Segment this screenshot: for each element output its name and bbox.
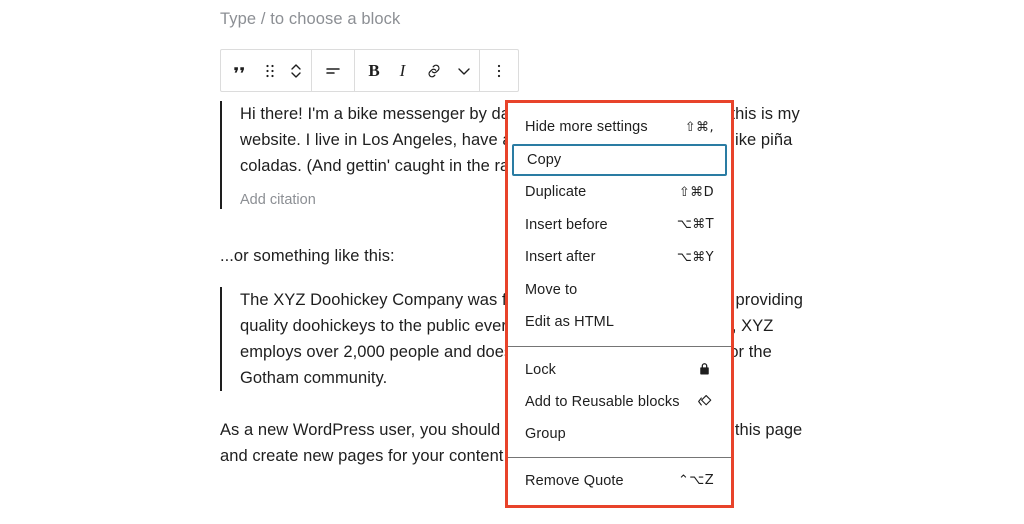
menu-item-shortcut: ⌥⌘Y <box>676 249 714 265</box>
menu-item-add-to-reusable-blocks[interactable]: Add to Reusable blocks <box>508 386 731 418</box>
block-options-menu: Hide more settings ⇧⌘, Copy Duplicate ⇧⌘… <box>508 103 731 505</box>
menu-item-edit-as-html[interactable]: Edit as HTML <box>508 306 731 339</box>
italic-icon[interactable]: I <box>391 50 417 91</box>
menu-item-duplicate[interactable]: Duplicate ⇧⌘D <box>508 176 731 209</box>
menu-item-label: Duplicate <box>525 184 587 201</box>
menu-item-hide-more-settings[interactable]: Hide more settings ⇧⌘, <box>508 111 731 144</box>
menu-item-label: Insert before <box>525 216 608 233</box>
menu-item-label: Add to Reusable blocks <box>525 393 680 410</box>
toolbar-group-block <box>221 50 312 91</box>
menu-item-label: Remove Quote <box>525 472 624 489</box>
menu-item-remove-quote[interactable]: Remove Quote ⌃⌥Z <box>508 465 731 497</box>
more-options-icon[interactable] <box>482 50 516 91</box>
menu-item-shortcut: ⌥⌘T <box>676 217 714 233</box>
block-options-menu-highlight: Hide more settings ⇧⌘, Copy Duplicate ⇧⌘… <box>505 100 734 508</box>
block-type-quote-icon[interactable] <box>223 50 257 91</box>
link-icon[interactable] <box>417 50 451 91</box>
menu-item-label: Lock <box>525 361 557 378</box>
menu-item-label: Group <box>525 425 566 442</box>
menu-item-label: Edit as HTML <box>525 314 615 331</box>
menu-item-shortcut: ⇧⌘, <box>684 119 714 135</box>
menu-section-main: Hide more settings ⇧⌘, Copy Duplicate ⇧⌘… <box>508 111 731 339</box>
menu-section-lock: Lock Add to Reusable blocks Group <box>508 345 731 450</box>
menu-item-insert-after[interactable]: Insert after ⌥⌘Y <box>508 241 731 274</box>
block-toolbar: B I <box>220 49 519 92</box>
align-text-icon[interactable] <box>314 50 352 91</box>
toolbar-group-format: B I <box>355 50 480 91</box>
menu-item-label: Insert after <box>525 249 596 266</box>
block-editor-canvas: Type / to choose a block B I Hi there! I… <box>0 0 1024 524</box>
menu-item-shortcut: ⌃⌥Z <box>678 473 714 488</box>
bold-icon[interactable]: B <box>357 50 391 91</box>
block-placeholder-prompt: Type / to choose a block <box>220 10 401 28</box>
toolbar-group-options <box>480 50 518 91</box>
move-up-down-icon[interactable] <box>283 50 309 91</box>
menu-item-label: Move to <box>525 281 578 298</box>
lock-icon <box>694 360 714 380</box>
toolbar-group-align <box>312 50 355 91</box>
menu-item-label: Copy <box>527 151 562 168</box>
menu-item-copy[interactable]: Copy <box>512 143 727 176</box>
drag-handle-icon[interactable] <box>257 50 283 91</box>
menu-item-label: Hide more settings <box>525 119 648 136</box>
menu-item-move-to[interactable]: Move to <box>508 274 731 307</box>
menu-item-group[interactable]: Group <box>508 418 731 450</box>
chevron-down-icon[interactable] <box>451 50 477 91</box>
bold-label: B <box>368 60 380 80</box>
intro-paragraph[interactable]: ...or something like this: <box>220 243 395 269</box>
italic-label: I <box>399 60 406 80</box>
menu-item-insert-before[interactable]: Insert before ⌥⌘T <box>508 209 731 242</box>
menu-item-lock[interactable]: Lock <box>508 354 731 386</box>
reusable-block-icon <box>694 392 714 412</box>
menu-section-remove: Remove Quote ⌃⌥Z <box>508 456 731 497</box>
menu-item-shortcut: ⇧⌘D <box>678 184 714 200</box>
